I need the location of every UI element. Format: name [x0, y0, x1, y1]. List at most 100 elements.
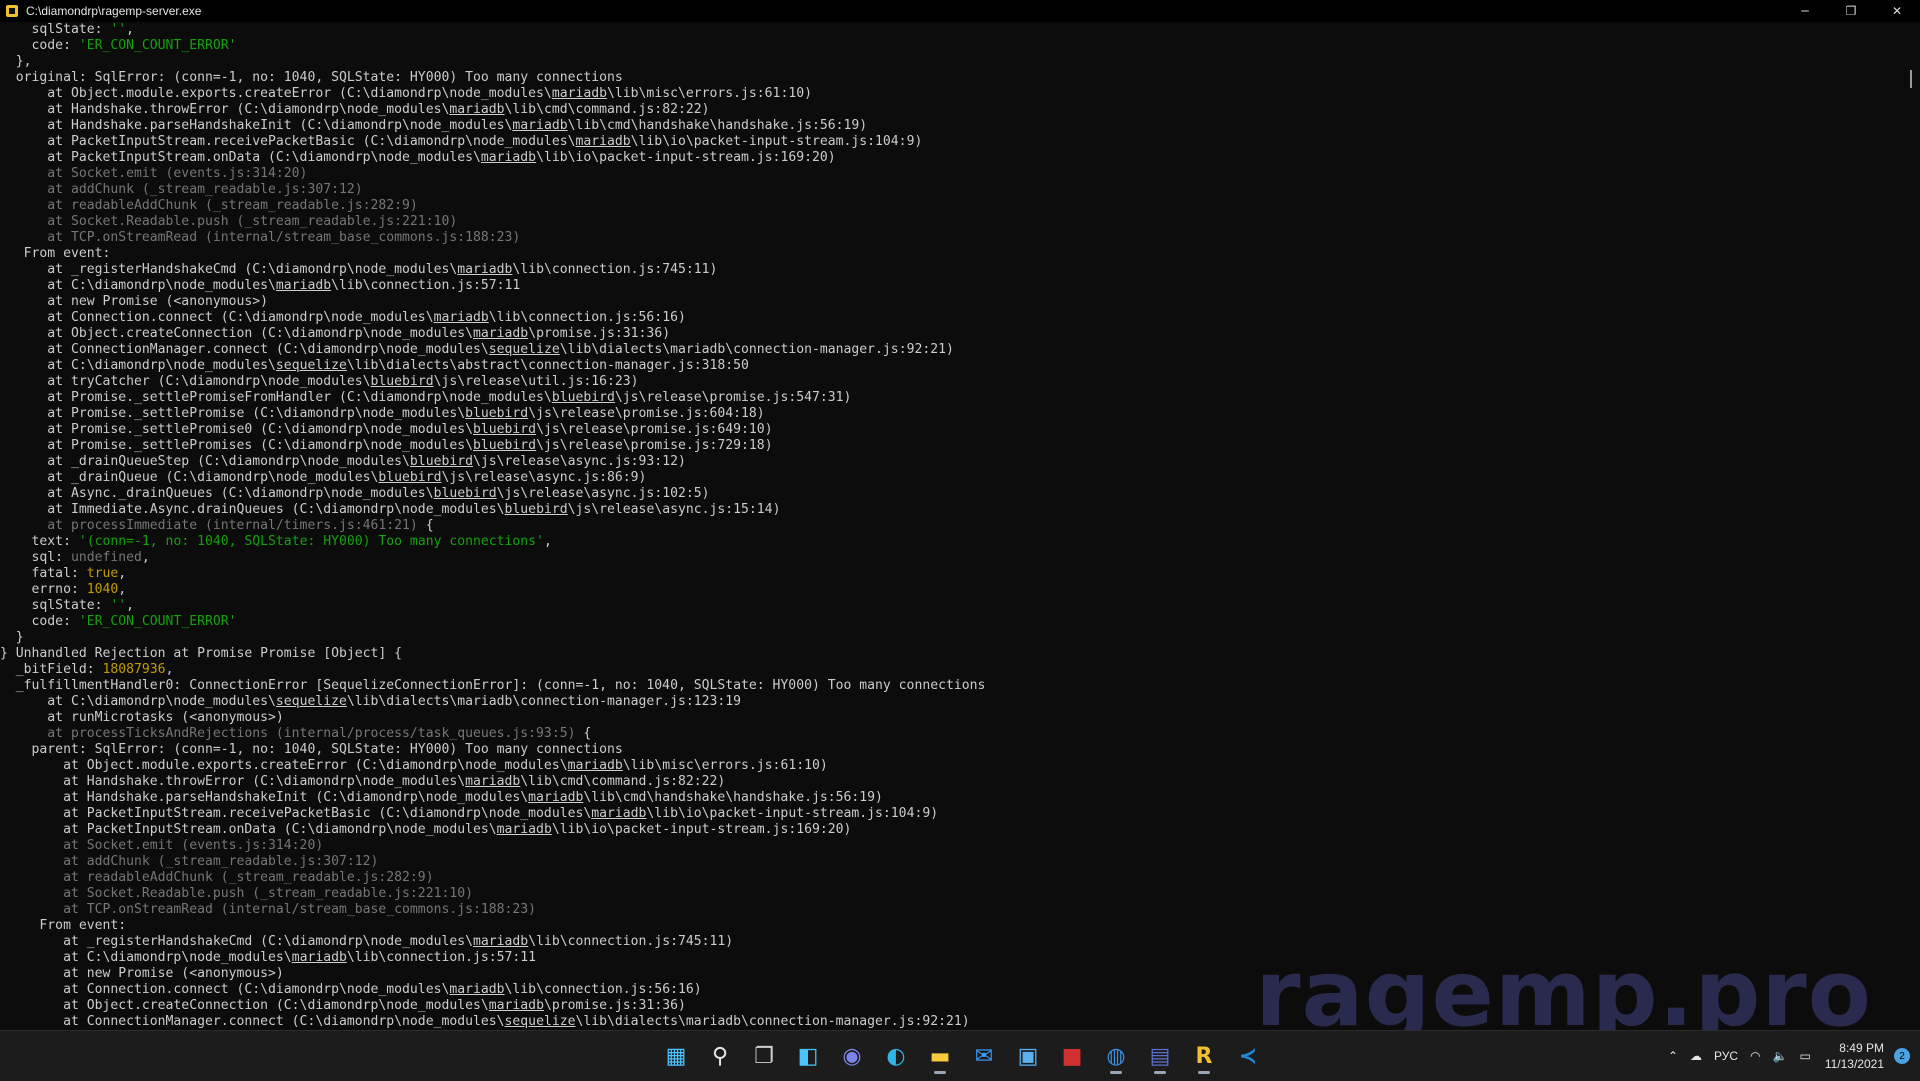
console-text: '(conn=-1, no: 1040, SQLState: HY000) To…	[78, 534, 544, 549]
console-output[interactable]: sqlState: '', code: 'ER_CON_COUNT_ERROR'…	[0, 22, 1900, 1030]
ragemp-icon[interactable]: R	[1184, 1037, 1224, 1075]
console-text: sequelize	[275, 694, 347, 709]
edge-icon[interactable]: ◐	[876, 1037, 916, 1075]
firefox-icon[interactable]: ◍	[1096, 1037, 1136, 1075]
console-text: at Connection.connect (C:\diamondrp\node…	[0, 982, 450, 997]
console-text: }	[0, 630, 24, 645]
maximize-button[interactable]: ❐	[1828, 0, 1874, 22]
console-text: sqlState:	[0, 598, 111, 613]
language-indicator[interactable]: РУС	[1714, 1049, 1738, 1063]
vscode-icon[interactable]: ≺	[1228, 1037, 1268, 1075]
console-text: mariadb	[575, 134, 631, 149]
start-icon[interactable]: ▦	[656, 1037, 696, 1075]
task-view-icon[interactable]: ❐	[744, 1037, 784, 1075]
app-icon[interactable]: ▤	[1140, 1037, 1180, 1075]
console-line: at C:\diamondrp\node_modules\mariadb\lib…	[0, 278, 1900, 294]
console-line: at Handshake.throwError (C:\diamondrp\no…	[0, 774, 1900, 790]
console-text: \lib\dialects\abstract\connection-manage…	[346, 358, 749, 373]
console-text: ,	[126, 598, 135, 613]
console-text: \js\release\async.js:86:9)	[441, 470, 647, 485]
console-text: \js\release\promise.js:729:18)	[536, 438, 773, 453]
close-button[interactable]: ✕	[1874, 0, 1920, 22]
console-text: at Async._drainQueues (C:\diamondrp\node…	[0, 486, 434, 501]
console-line: at Async._drainQueues (C:\diamondrp\node…	[0, 486, 1900, 502]
widgets-icon[interactable]: ◧	[788, 1037, 828, 1075]
file-explorer-icon[interactable]: ▬	[920, 1037, 960, 1075]
title-bar: C:\diamondrp\ragemp-server.exe ─ ❐ ✕	[0, 0, 1920, 22]
notification-badge[interactable]: 2	[1894, 1048, 1910, 1064]
minimize-button[interactable]: ─	[1782, 0, 1828, 22]
console-text: at ConnectionManager.connect (C:\diamond…	[0, 342, 489, 357]
watermark: ragemp.pro	[1255, 940, 1872, 1047]
console-line: sqlState: '',	[0, 22, 1900, 38]
console-line: at _drainQueue (C:\diamondrp\node_module…	[0, 470, 1900, 486]
console-text: at Handshake.throwError (C:\diamondrp\no…	[0, 102, 450, 117]
console-text: ''	[110, 22, 127, 37]
console-text: at readableAddChunk (_stream_readable.js…	[0, 870, 434, 885]
console-text: From event:	[0, 246, 111, 261]
app-red-icon[interactable]: ■	[1052, 1037, 1092, 1075]
console-text: at Object.module.exports.createError (C:…	[0, 758, 568, 773]
console-line: text: '(conn=-1, no: 1040, SQLState: HY0…	[0, 534, 1900, 550]
console-text: bluebird	[551, 390, 615, 405]
console-text: at Object.createConnection (C:\diamondrp…	[0, 998, 489, 1013]
console-line: code: 'ER_CON_COUNT_ERROR'	[0, 38, 1900, 54]
console-text: \lib\connection.js:57:11	[331, 278, 521, 293]
console-text: at processTicksAndRejections (internal/p…	[0, 726, 576, 741]
console-text: \js\release\promise.js:547:31)	[614, 390, 852, 405]
volume-icon[interactable]: 🔈	[1773, 1049, 1788, 1063]
chat-icon-glyph: ◉	[842, 1043, 862, 1069]
console-text: \lib\connection.js:745:11)	[528, 934, 734, 949]
console-text: \js\release\promise.js:604:18)	[528, 406, 765, 421]
search-icon-glyph: ⚲	[711, 1043, 729, 1069]
console-text: sequelize	[488, 342, 560, 357]
console-text: mariadb	[291, 950, 347, 965]
console-text: ,	[543, 534, 552, 549]
console-text: ,	[141, 550, 150, 565]
console-text: _bitField:	[0, 662, 103, 677]
console-line: at Socket.emit (events.js:314:20)	[0, 838, 1900, 854]
store-icon-glyph: ▣	[1017, 1043, 1039, 1069]
console-text: at PacketInputStream.receivePacketBasic …	[0, 134, 576, 149]
console-text: mariadb	[457, 262, 513, 277]
console-text: at _registerHandshakeCmd (C:\diamondrp\n…	[0, 934, 473, 949]
task-view-icon-glyph: ❐	[754, 1043, 774, 1069]
console-text: at Handshake.throwError (C:\diamondrp\no…	[0, 774, 466, 789]
console-line: _fulfillmentHandler0: ConnectionError [S…	[0, 678, 1900, 694]
wifi-icon[interactable]: ◠	[1750, 1049, 1760, 1063]
console-text: fatal:	[0, 566, 87, 581]
console-text: \lib\dialects\mariadb\connection-manager…	[559, 342, 954, 357]
store-icon[interactable]: ▣	[1008, 1037, 1048, 1075]
mail-icon[interactable]: ✉	[964, 1037, 1004, 1075]
console-text: mariadb	[567, 758, 623, 773]
app-icon-glyph: ▤	[1149, 1043, 1171, 1069]
chat-icon[interactable]: ◉	[832, 1037, 872, 1075]
clock[interactable]: 8:49 PM 11/13/2021	[1825, 1040, 1884, 1072]
console-text: at tryCatcher (C:\diamondrp\node_modules…	[0, 374, 371, 389]
console-text: at PacketInputStream.onData (C:\diamondr…	[0, 150, 481, 165]
console-line: },	[0, 54, 1900, 70]
battery-icon[interactable]: ▭	[1799, 1049, 1810, 1063]
console-text: sequelize	[275, 358, 347, 373]
console-line: } Unhandled Rejection at Promise Promise…	[0, 646, 1900, 662]
console-text: 'ER_CON_COUNT_ERROR'	[78, 614, 237, 629]
console-text: \lib\misc\errors.js:61:10)	[607, 86, 812, 101]
console-line: at addChunk (_stream_readable.js:307:12)	[0, 182, 1900, 198]
onedrive-icon[interactable]: ☁	[1690, 1049, 1702, 1063]
search-icon[interactable]: ⚲	[700, 1037, 740, 1075]
mail-icon-glyph: ✉	[974, 1043, 994, 1069]
scrollbar-thumb[interactable]	[1910, 70, 1912, 88]
console-line: at Immediate.Async.drainQueues (C:\diamo…	[0, 502, 1900, 518]
chevron-up-icon[interactable]: ⌃	[1668, 1049, 1678, 1063]
console-text: \lib\cmd\handshake\handshake.js:56:19)	[567, 118, 868, 133]
console-line: at Handshake.parseHandshakeInit (C:\diam…	[0, 118, 1900, 134]
console-text: at new Promise (<anonymous>)	[0, 294, 269, 309]
console-text: \lib\cmd\command.js:82:22)	[504, 102, 710, 117]
console-line: at Socket.Readable.push (_stream_readabl…	[0, 214, 1900, 230]
console-line: at Handshake.throwError (C:\diamondrp\no…	[0, 102, 1900, 118]
console-text: at addChunk (_stream_readable.js:307:12)	[0, 182, 363, 197]
console-line: at Handshake.parseHandshakeInit (C:\diam…	[0, 790, 1900, 806]
console-text: mariadb	[473, 934, 529, 949]
console-text: at new Promise (<anonymous>)	[0, 966, 284, 981]
console-text: ''	[110, 598, 127, 613]
